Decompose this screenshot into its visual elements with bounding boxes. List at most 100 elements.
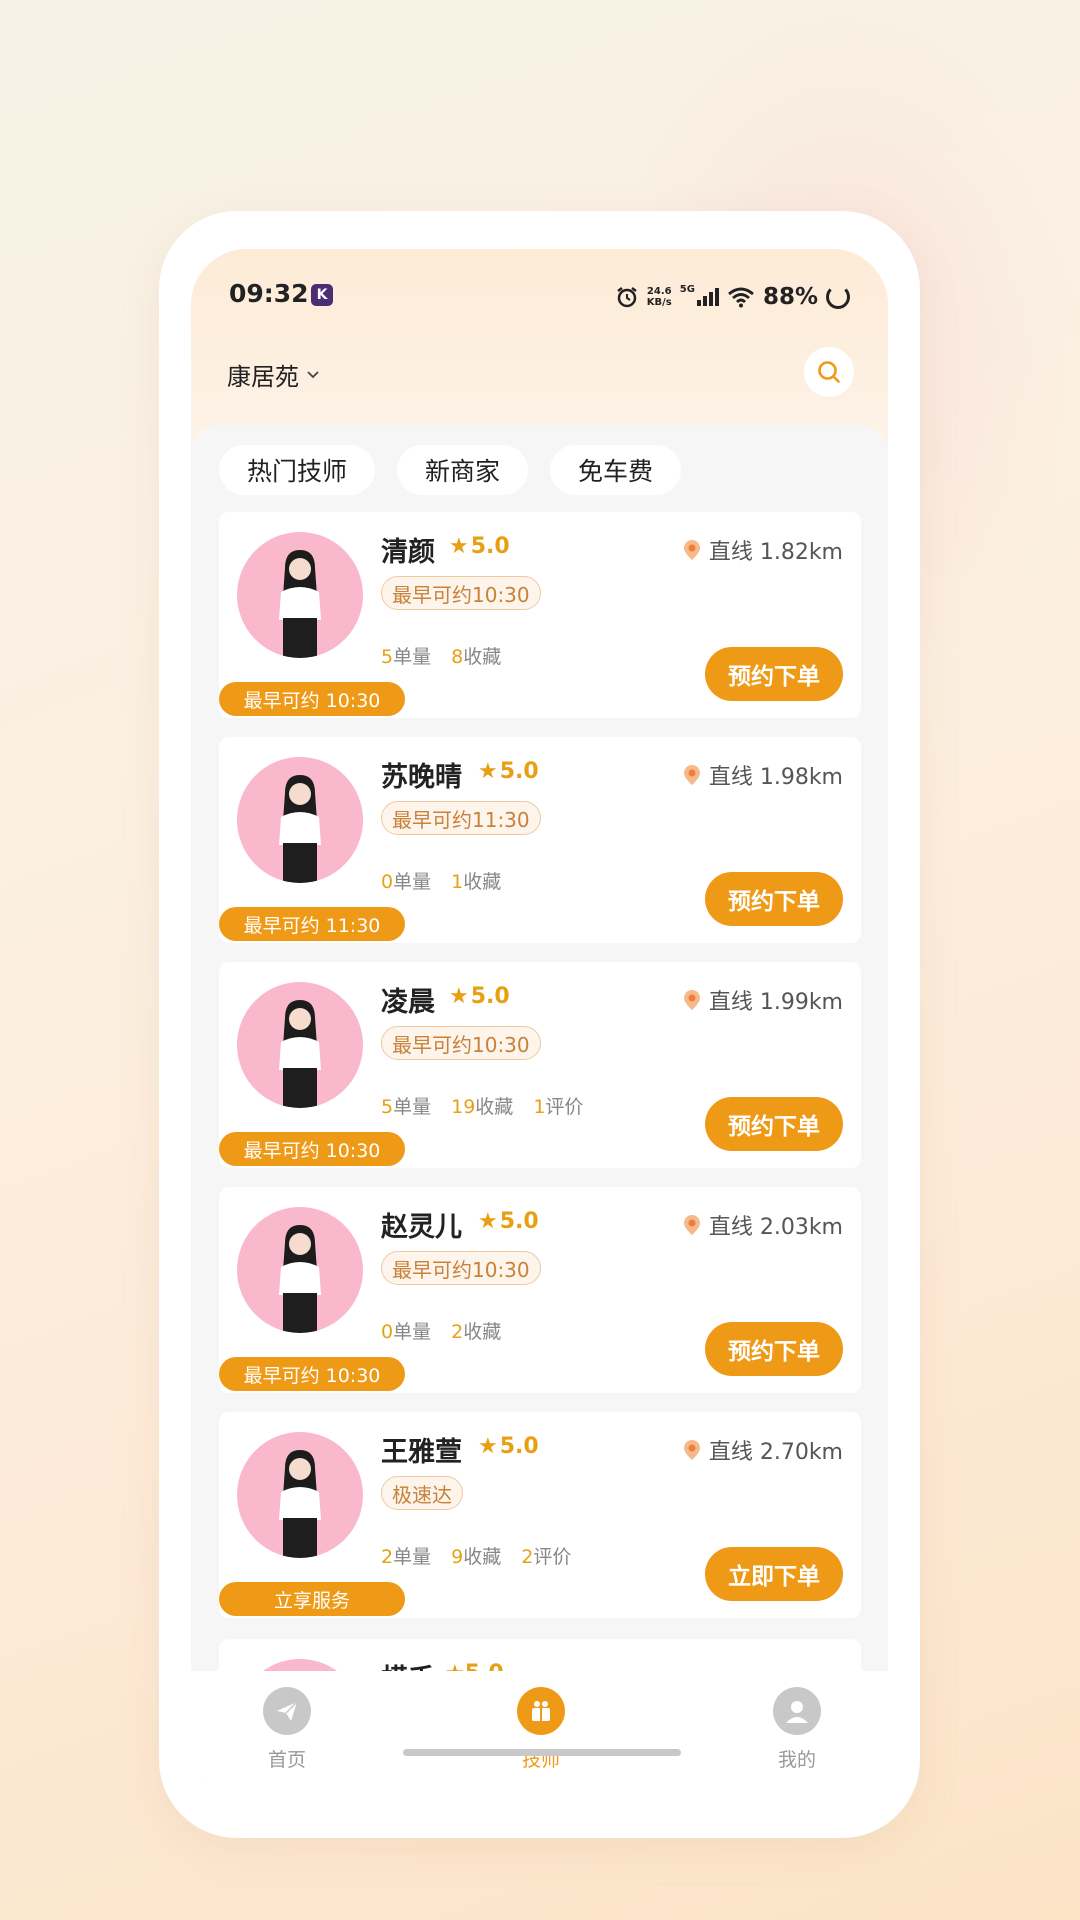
distance: 直线 2.70km [683,1434,843,1466]
availability-badge: 立享服务 [219,1582,405,1616]
technician-name: 清颜 [381,537,435,568]
status-bar: 09:32 K 24.6 KB/s 5G 88% [191,279,888,319]
alarm-icon [617,287,637,308]
star-icon: ★ [449,984,469,1009]
location-name: 康居苑 [227,363,299,391]
distance: 直线 1.82km [683,534,843,566]
avatar[interactable] [237,757,363,883]
technician-stats: 0单量 1收藏 [381,867,501,894]
chevron-down-icon [307,370,319,378]
technician-card[interactable]: 王雅萱 ★ 5.0 直线 2.70km 极速达 2单量 9收藏 2评价 立即下单 立… [219,1412,861,1618]
favorites-stat: 8收藏 [451,646,502,668]
earliest-time-tag: 最早可约10:30 [381,1026,541,1060]
status-icons: 24.6 KB/s 5G 88% [615,279,850,315]
nav-home[interactable]: 首页 [227,1687,347,1772]
order-button[interactable]: 立即下单 [705,1547,843,1601]
star-icon: ★ [478,759,498,784]
distance: 直线 1.98km [683,759,843,791]
nav-mine[interactable]: 我的 [737,1687,857,1772]
avatar[interactable] [237,982,363,1108]
bottom-navigation: 首页 技师 我的 [191,1671,888,1800]
technician-stats: 5单量 8收藏 [381,642,501,669]
order-button[interactable]: 预约下单 [705,1097,843,1151]
rating: ★5.0 [449,534,510,559]
avatar[interactable] [237,532,363,658]
technician-card[interactable]: 清颜 ★ 5.0 直线 1.82km 最早可约10:30 5单量 8收藏 预约下单… [219,512,861,718]
technician-card[interactable]: 凌晨 ★ 5.0 直线 1.99km 最早可约10:30 5单量 19收藏 1评价 … [219,962,861,1168]
order-button[interactable]: 预约下单 [705,1322,843,1376]
order-button[interactable]: 预约下单 [705,872,843,926]
distance: 直线 1.99km [683,984,843,1016]
location-selector[interactable]: 康居苑 [227,357,321,392]
technician-card[interactable]: 苏晚晴 ★ 5.0 直线 1.98km 最早可约11:30 0单量 1收藏 预约下… [219,737,861,943]
rating: ★5.0 [449,984,510,1009]
nav-mine-label: 我的 [777,1749,816,1771]
reviews-stat: 1评价 [533,1096,584,1118]
location-pin-icon [683,540,700,560]
nav-technician[interactable]: 技师 [481,1687,601,1772]
order-button[interactable]: 预约下单 [705,647,843,701]
status-time: 09:32 [229,279,309,308]
network-type: 5G [679,283,695,295]
wifi-icon [728,287,754,308]
search-icon [818,361,840,383]
rating: ★5.0 [478,759,539,784]
availability-badge: 最早可约 10:30 [219,1357,405,1391]
orders-stat: 2单量 [381,1546,432,1568]
favorites-stat: 19收藏 [451,1096,514,1118]
technician-stats: 2单量 9收藏 2评价 [381,1542,571,1569]
location-pin-icon [683,765,700,785]
star-icon: ★ [478,1434,498,1459]
tab-new-merchants[interactable]: 新商家 [397,445,529,495]
technician-stats: 5单量 19收藏 1评价 [381,1092,583,1119]
tab-hot-technicians[interactable]: 热门技师 [219,445,376,495]
nav-home-label: 首页 [267,1749,306,1771]
orders-stat: 0单量 [381,871,432,893]
technician-name: 凌晨 [381,987,435,1018]
rating: ★5.0 [478,1434,539,1459]
distance: 直线 2.03km [683,1209,843,1241]
orders-stat: 5单量 [381,1096,432,1118]
availability-badge: 最早可约 11:30 [219,907,405,941]
reviews-stat: 2评价 [521,1546,572,1568]
battery-icon [826,285,850,309]
network-speed: 24.6 KB/s [646,286,672,308]
location-pin-icon [683,1440,700,1460]
technician-card[interactable]: 赵灵儿 ★ 5.0 直线 2.03km 最早可约10:30 0单量 2收藏 预约下… [219,1187,861,1393]
battery-level: 88% [762,284,818,310]
search-button[interactable] [804,347,854,397]
paper-plane-icon [263,1687,311,1735]
earliest-time-tag: 最早可约11:30 [381,801,541,835]
home-indicator [403,1749,681,1756]
technician-icon [517,1687,565,1735]
filter-tabs: 热门技师 新商家 免车费 [219,445,682,495]
technician-name: 赵灵儿 [381,1212,462,1243]
earliest-time-tag: 最早可约10:30 [381,576,541,610]
favorites-stat: 1收藏 [451,871,502,893]
earliest-time-tag: 最早可约10:30 [381,1251,541,1285]
location-pin-icon [683,990,700,1010]
availability-badge: 最早可约 10:30 [219,1132,405,1166]
orders-stat: 0单量 [381,1321,432,1343]
earliest-time-tag: 极速达 [381,1476,463,1510]
orders-stat: 5单量 [381,646,432,668]
app-screen: 09:32 K 24.6 KB/s 5G 88% 康居苑 热门技师 新商家 免车… [191,249,888,1800]
rating: ★5.0 [478,1209,539,1234]
signal-icon [696,288,719,306]
favorites-stat: 2收藏 [451,1321,502,1343]
star-icon: ★ [449,534,469,559]
avatar[interactable] [237,1432,363,1558]
technician-name: 王雅萱 [381,1437,462,1468]
availability-badge: 最早可约 10:30 [219,682,405,716]
star-icon: ★ [478,1209,498,1234]
technician-stats: 0单量 2收藏 [381,1317,501,1344]
tab-free-travel-fee[interactable]: 免车费 [550,445,682,495]
avatar[interactable] [237,1207,363,1333]
app-notification-icon: K [311,284,333,306]
technician-list: 清颜 ★ 5.0 直线 1.82km 最早可约10:30 5单量 8收藏 预约下单… [219,512,861,1637]
favorites-stat: 9收藏 [451,1546,502,1568]
phone-frame: 09:32 K 24.6 KB/s 5G 88% 康居苑 热门技师 新商家 免车… [159,211,920,1838]
user-icon [773,1687,821,1735]
location-pin-icon [683,1215,700,1235]
technician-name: 苏晚晴 [381,762,462,793]
